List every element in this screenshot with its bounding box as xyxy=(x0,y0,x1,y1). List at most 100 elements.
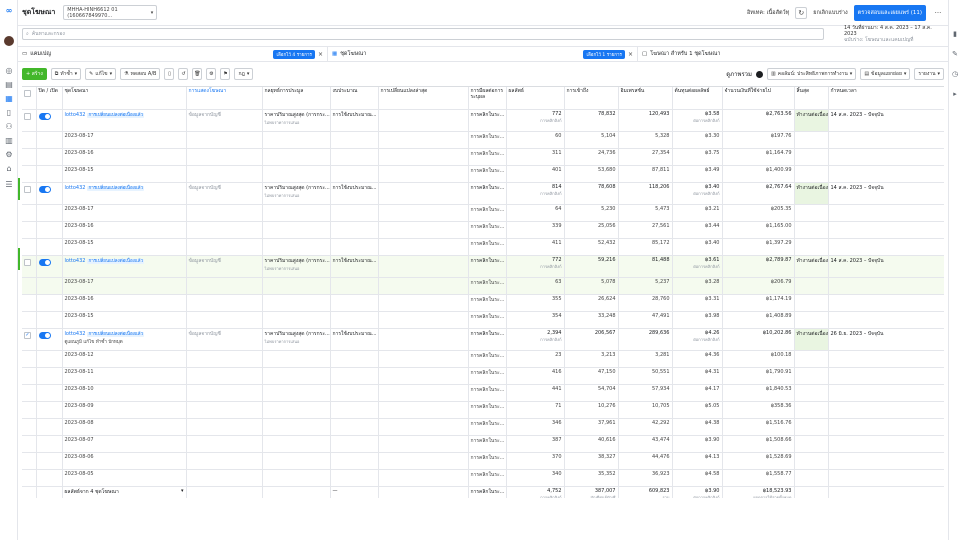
more-icon[interactable]: ··· xyxy=(932,7,944,19)
avatar[interactable] xyxy=(4,36,14,46)
tab-adsets[interactable]: ▦ ชุดโฆษณา เลือกไว้ 1 รายการ × xyxy=(328,47,638,61)
row-checkbox-cell[interactable] xyxy=(22,109,37,132)
row-checkbox[interactable] xyxy=(24,258,31,266)
row-checkbox-cell[interactable] xyxy=(22,401,37,419)
breakdown-row[interactable]: 2023-08-07 การคลิกในระ... 387 40,616 43,474 ฿… xyxy=(22,435,944,453)
refresh-icon[interactable]: ↻ xyxy=(795,6,808,19)
breakdown-row[interactable]: 2023-08-10 การคลิกในระ... 441 54,704 57,934 ฿… xyxy=(22,384,944,402)
breakdown-row[interactable]: 2023-08-16 การคลิกในระ... 311 24,736 27,354 ฿… xyxy=(22,148,944,166)
breakdown-row[interactable]: 2023-08-17 การคลิกในระ... 60 5,104 5,328 ฿3.3… xyxy=(22,131,944,149)
header-attribution[interactable]: การมีผลต่อการระบุผล xyxy=(468,87,507,110)
header-impressions[interactable]: อิมเพรสชั่น xyxy=(618,87,673,110)
breakdown-row[interactable]: 2023-08-08 การคลิกในระ... 346 37,961 42,292 ฿… xyxy=(22,418,944,436)
breakdown-row[interactable]: 2023-08-09 การคลิกในระ... 71 10,276 10,705 ฿5… xyxy=(22,401,944,419)
header-reach[interactable]: การเข้าถึง xyxy=(564,87,619,110)
breakdown-row[interactable]: 2023-08-06 การคลิกในระ... 370 38,327 44,476 ฿… xyxy=(22,452,944,470)
breakdown-row[interactable]: 2023-08-12 การคลิกในระ... 23 3,213 3,281 ฿4.3… xyxy=(22,350,944,368)
chart-icon[interactable]: ▤ xyxy=(4,80,14,90)
overview-toggle[interactable] xyxy=(756,70,764,78)
review-publish-button[interactable]: ตรวจสอบและเผยแพร่ (11) xyxy=(853,4,926,21)
header-adset[interactable]: ชุดโฆษณา xyxy=(62,87,187,110)
row-checkbox-cell[interactable] xyxy=(22,452,37,470)
on-off-toggle[interactable] xyxy=(38,258,51,266)
events-icon[interactable]: ⌂ xyxy=(4,164,14,174)
meta-logo-icon[interactable]: ∞ xyxy=(4,6,14,16)
history-panel-icon[interactable]: ◷ xyxy=(951,70,959,78)
header-schedule[interactable]: กำหนดเวลา xyxy=(828,87,944,110)
account-selector[interactable]: MHHA-HINH6612 01 (160667849970... ▾ xyxy=(63,5,158,20)
breakdown-row[interactable]: 2023-08-16 การคลิกในระ... 339 25,056 27,561 ฿… xyxy=(22,221,944,239)
discard-draft-button[interactable]: ยกเลิกแบบร่าง xyxy=(813,9,847,17)
breakdown-row[interactable]: 2023-08-17 การคลิกในระ... 63 5,078 5,237 ฿3.2… xyxy=(22,277,944,295)
header-checkbox-cell[interactable] xyxy=(22,87,37,110)
edit-panel-icon[interactable]: ✎ xyxy=(951,50,959,58)
header-last-edit[interactable]: การเปลี่ยนแปลงล่าสุด xyxy=(378,87,469,110)
campaigns-selected-chip[interactable]: เลือกไว้ 4 รายการ xyxy=(273,49,315,59)
row-checkbox-cell[interactable] xyxy=(22,367,37,385)
breakdown-row[interactable]: 2023-08-15 การคลิกในระ... 354 33,248 47,491 ฿… xyxy=(22,311,944,329)
settings-icon[interactable]: ⚙ xyxy=(4,150,14,160)
manager-icon[interactable]: ▦ xyxy=(4,94,14,104)
columns-button[interactable]: ▥ คอลัมน์: ประสิทธิภาพการทำงาน ▾ xyxy=(767,68,857,80)
header-budget[interactable]: งบประมาณ xyxy=(330,87,379,110)
pages-icon[interactable]: ▯ xyxy=(4,108,14,118)
menu-icon[interactable]: ☰ xyxy=(4,180,14,190)
audience-icon[interactable]: ⚇ xyxy=(4,122,14,132)
row-checkbox[interactable]: ✓ xyxy=(24,331,31,339)
billing-icon[interactable]: ▥ xyxy=(4,136,14,146)
row-checkbox-cell[interactable] xyxy=(22,204,37,222)
header-ends[interactable]: สิ้นสุด xyxy=(794,87,829,110)
rules-button[interactable]: กฎ ▾ xyxy=(234,68,254,80)
overview-icon[interactable]: ◎ xyxy=(4,66,14,76)
row-checkbox-cell[interactable] xyxy=(22,384,37,402)
ab-test-button[interactable]: ⚗ ทดสอบ A/B xyxy=(120,68,161,80)
adset-row[interactable]: lotto432 การเปลี่ยนแปลงต่อเนื่องแล้ว ข้อมู… xyxy=(22,109,944,132)
adsets-selected-chip[interactable]: เลือกไว้ 1 รายการ xyxy=(583,49,625,59)
row-checkbox-cell[interactable] xyxy=(22,165,37,183)
toggle-cell[interactable] xyxy=(36,182,63,205)
toggle-cell[interactable] xyxy=(36,255,63,278)
close-icon[interactable]: × xyxy=(628,51,633,58)
adset-row[interactable]: lotto432 การเปลี่ยนแปลงต่อเนื่องแล้ว ข้อมู… xyxy=(22,182,944,205)
row-checkbox-cell[interactable] xyxy=(22,182,37,205)
row-checkbox-cell[interactable] xyxy=(22,238,37,256)
reports-button[interactable]: รายงาน ▾ xyxy=(914,68,944,80)
header-bid-strategy[interactable]: กลยุทธ์การประมูล xyxy=(262,87,331,110)
toggle-cell[interactable] xyxy=(36,328,63,351)
on-off-toggle[interactable] xyxy=(38,112,51,120)
delete-icon[interactable]: 🗑 xyxy=(192,68,203,80)
adset-name-cell[interactable]: lotto432 การเปลี่ยนแปลงต่อเนื่องแล้ว xyxy=(62,182,187,205)
row-checkbox-cell[interactable] xyxy=(22,311,37,329)
breakdown-row[interactable]: 2023-08-16 การคลิกในระ... 355 26,624 28,760 ฿… xyxy=(22,294,944,312)
adset-name-cell[interactable]: lotto432 การเปลี่ยนแปลงต่อเนื่องแล้ว xyxy=(62,109,187,132)
search-input[interactable]: ⌕ ค้นหาและกรอง xyxy=(22,28,824,40)
row-checkbox-cell[interactable] xyxy=(22,435,37,453)
header-cost-per-result[interactable]: ต้นทุนต่อผลลัพธ์ xyxy=(672,87,723,110)
row-checkbox-cell[interactable] xyxy=(22,255,37,278)
create-button[interactable]: + สร้าง xyxy=(22,68,47,80)
row-checkbox-cell[interactable] xyxy=(22,294,37,312)
toggle-cell[interactable] xyxy=(36,109,63,132)
tag-icon[interactable]: ⚑ xyxy=(220,68,231,80)
breakdown-button[interactable]: ▤ ข้อมูลแยกย่อย ▾ xyxy=(860,68,911,80)
edit-button[interactable]: ✎ แก้ไข ▾ xyxy=(85,68,117,80)
row-checkbox-cell[interactable] xyxy=(22,221,37,239)
row-checkbox-cell[interactable] xyxy=(22,418,37,436)
row-checkbox[interactable] xyxy=(24,112,31,120)
select-all-checkbox[interactable] xyxy=(24,90,31,97)
row-checkbox-cell[interactable] xyxy=(22,131,37,149)
tab-campaigns[interactable]: ▭ แคมเปญ เลือกไว้ 4 รายการ × xyxy=(18,47,328,61)
header-delivery[interactable]: การแสดงโฆษณา xyxy=(186,87,263,110)
on-off-toggle[interactable] xyxy=(38,185,51,193)
row-checkbox-cell[interactable]: ✓ xyxy=(22,328,37,351)
adset-row[interactable]: ✓ lotto432 การเปลี่ยนแปลงต่อเนื่องแล้ว ดูแผ… xyxy=(22,328,944,351)
row-checkbox-cell[interactable] xyxy=(22,148,37,166)
breakdown-row[interactable]: 2023-08-11 การคลิกในระ... 416 47,150 50,551 ฿… xyxy=(22,367,944,385)
adset-name-cell[interactable]: lotto432 การเปลี่ยนแปลงต่อเนื่องแล้ว xyxy=(62,255,187,278)
collapse-panel-icon[interactable]: ▸ xyxy=(951,90,959,98)
undo-icon[interactable]: ↺ xyxy=(178,68,189,80)
row-checkbox[interactable] xyxy=(24,185,31,193)
adset-row[interactable]: lotto432 การเปลี่ยนแปลงต่อเนื่องแล้ว ข้อมู… xyxy=(22,255,944,278)
row-checkbox-cell[interactable] xyxy=(22,277,37,295)
row-checkbox-cell[interactable] xyxy=(22,469,37,487)
